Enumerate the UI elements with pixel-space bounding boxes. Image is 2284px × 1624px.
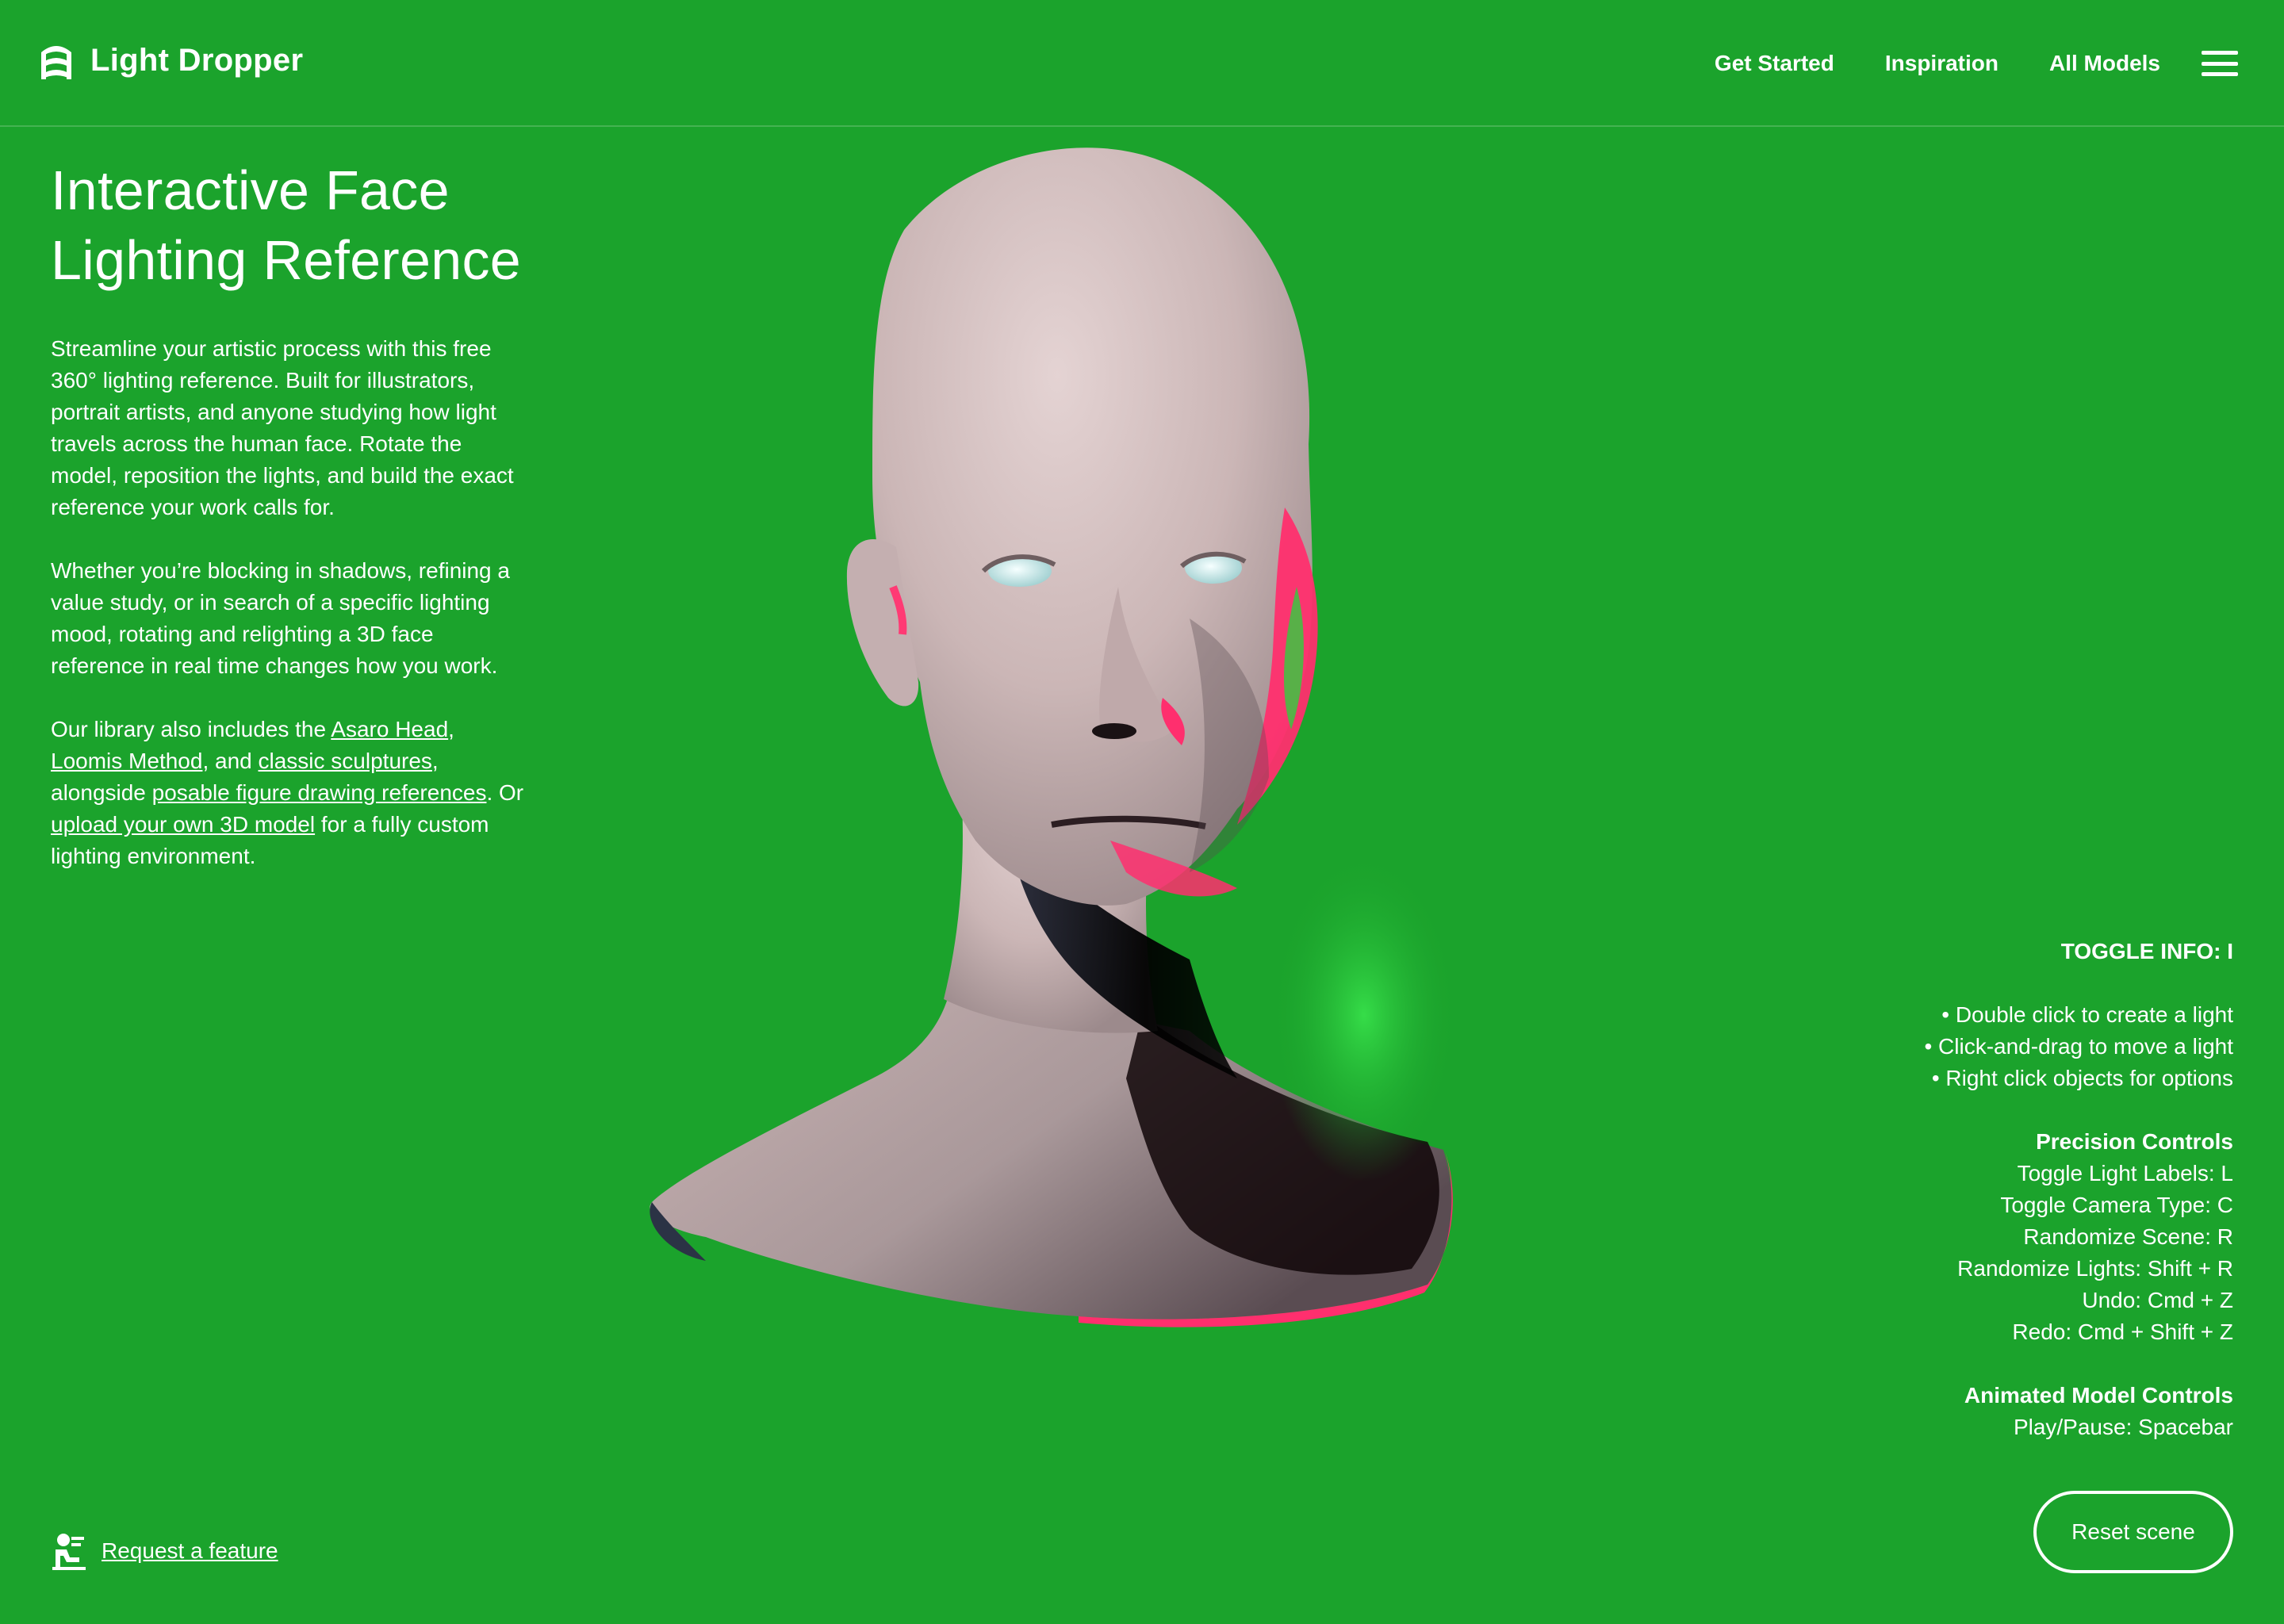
logo-text: Light Dropper [90, 42, 304, 78]
shortcut-item: Redo: Cmd + Shift + Z [2012, 1320, 2233, 1344]
shortcut-item: Toggle Camera Type: C [2000, 1193, 2233, 1217]
nav-inspiration[interactable]: Inspiration [1885, 51, 1998, 76]
request-feature-label: Request a feature [102, 1538, 278, 1563]
shortcut-item: Undo: Cmd + Z [2082, 1288, 2233, 1312]
title-line-1: Interactive Face [51, 159, 450, 221]
intro-section: Interactive Face Lighting Reference Stre… [51, 155, 527, 904]
page-title: Interactive Face Lighting Reference [51, 155, 527, 295]
loomis-method-link[interactable]: Loomis Method [51, 749, 202, 773]
reset-scene-button[interactable]: Reset scene [2033, 1491, 2233, 1573]
intro-paragraph-3: Our library also includes the Asaro Head… [51, 714, 527, 872]
instruction-item: • Click-and-drag to move a light [1924, 1034, 2233, 1059]
p3-text-1: Our library also includes the [51, 717, 331, 741]
p3-text-5: . Or [486, 780, 524, 805]
3d-head-model-canvas[interactable] [634, 143, 1586, 1475]
instruction-item: • Right click objects for options [1931, 1066, 2233, 1090]
animated-controls-title: Animated Model Controls [1964, 1383, 2233, 1408]
shortcut-item: Randomize Scene: R [2023, 1224, 2233, 1249]
precision-controls-title: Precision Controls [2036, 1129, 2233, 1154]
site-header: Light Dropper Get Started Inspiration Al… [0, 0, 2284, 127]
posable-figure-link[interactable]: posable figure drawing references [152, 780, 487, 805]
page: Light Dropper Get Started Inspiration Al… [0, 0, 2284, 1624]
classic-sculptures-link[interactable]: classic sculptures [259, 749, 432, 773]
info-panel: TOGGLE INFO: I • Double click to create … [1678, 936, 2233, 1475]
nav-get-started[interactable]: Get Started [1715, 51, 1834, 76]
p3-text-2: , [448, 717, 454, 741]
instruction-item: • Double click to create a light [1941, 1002, 2233, 1027]
asaro-head-link[interactable]: Asaro Head [331, 717, 448, 741]
intro-paragraph-1: Streamline your artistic process with th… [51, 336, 514, 519]
title-line-2: Lighting Reference [51, 229, 522, 291]
precision-controls: Precision Controls Toggle Light Labels: … [1678, 1126, 2233, 1348]
toggle-info-label[interactable]: TOGGLE INFO: I [1678, 936, 2233, 967]
logo-link[interactable]: Light Dropper [40, 40, 303, 81]
upload-model-link[interactable]: upload your own 3D model [51, 812, 315, 837]
shortcut-item: Toggle Light Labels: L [2017, 1161, 2233, 1185]
feature-request-icon [52, 1534, 86, 1570]
light-dropper-logo-icon [41, 46, 71, 79]
p3-text-3: , and [202, 749, 259, 773]
shortcut-item: Play/Pause: Spacebar [2013, 1415, 2233, 1439]
intro-paragraph-2: Whether you’re blocking in shadows, refi… [51, 558, 510, 678]
shortcut-item: Randomize Lights: Shift + R [1957, 1256, 2233, 1281]
animated-model-controls: Animated Model Controls Play/Pause: Spac… [1678, 1380, 2233, 1443]
nav-all-models[interactable]: All Models [2049, 51, 2160, 76]
main-nav: Get Started Inspiration All Models [1715, 0, 2284, 127]
request-feature-link[interactable]: Request a feature [52, 1532, 278, 1570]
instruction-list: • Double click to create a light • Click… [1678, 999, 2233, 1094]
hamburger-menu-icon[interactable] [2202, 51, 2238, 76]
